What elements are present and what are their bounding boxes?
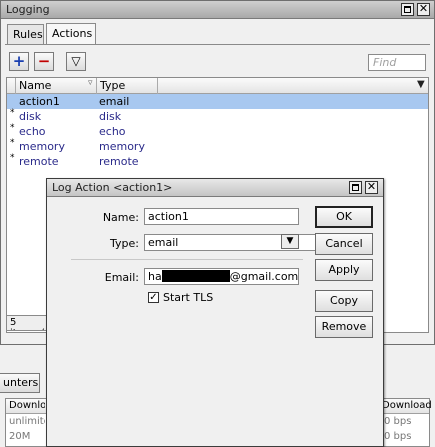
- plus-icon: +: [12, 52, 26, 70]
- email-label: Email:: [104, 271, 139, 284]
- dropdown-button[interactable]: ▼: [281, 234, 299, 249]
- row-name: memory: [19, 140, 65, 153]
- default-marker-icon: *: [10, 123, 15, 133]
- close-button[interactable]: ✕: [417, 2, 430, 16]
- status-bar: 5 items (: [6, 315, 51, 331]
- row-name: remote: [19, 155, 59, 168]
- column-menu-icon[interactable]: ▼: [417, 79, 425, 90]
- list-row-echo[interactable]: * echo echo: [7, 123, 428, 139]
- apply-button[interactable]: Apply: [315, 259, 373, 281]
- remove-button[interactable]: −: [34, 52, 54, 71]
- tab-divider: [5, 44, 430, 45]
- type-label: Type:: [110, 237, 139, 250]
- copy-button[interactable]: Copy: [315, 290, 373, 312]
- redaction-bar: [161, 270, 230, 282]
- table-cell: 0 bps: [384, 416, 412, 427]
- name-label: Name:: [102, 211, 139, 224]
- find-input[interactable]: Find: [368, 54, 426, 71]
- row-type: memory: [99, 140, 145, 153]
- row-type: echo: [99, 125, 126, 138]
- row-type: disk: [99, 110, 122, 123]
- ok-button[interactable]: OK: [315, 206, 373, 228]
- list-row-memory[interactable]: * memory memory: [7, 138, 428, 154]
- default-marker-icon: *: [10, 138, 15, 148]
- dialog-title: Log Action <action1>: [52, 181, 173, 194]
- maximize-button[interactable]: [401, 3, 414, 16]
- list-row-action1[interactable]: action1 email: [7, 94, 428, 109]
- tab-label: Actions: [52, 27, 93, 40]
- start-tls-checkbox[interactable]: ✓: [148, 292, 159, 303]
- tab-actions[interactable]: Actions: [46, 23, 96, 45]
- counters-button[interactable]: unters: [0, 373, 40, 393]
- email-suffix: @gmail.com: [229, 270, 299, 283]
- checkmark-icon: ✓: [149, 292, 158, 303]
- list-row-disk[interactable]: * disk disk: [7, 108, 428, 124]
- window-title: Logging: [6, 3, 50, 16]
- name-field[interactable]: action1: [144, 208, 299, 225]
- dialog-titlebar[interactable]: Log Action <action1> ✕: [47, 179, 383, 197]
- table-cell: 20M: [9, 431, 31, 442]
- list-row-remote[interactable]: * remote remote: [7, 153, 428, 169]
- maximize-icon: [404, 6, 411, 13]
- column-header-name[interactable]: Name: [19, 79, 51, 92]
- filter-button[interactable]: ▽: [66, 52, 86, 71]
- column-separator: [15, 78, 16, 94]
- separator: [71, 259, 303, 260]
- start-tls-label: Start TLS: [163, 291, 214, 304]
- column-separator: [96, 78, 97, 94]
- minus-icon: −: [37, 52, 51, 70]
- row-name: action1: [19, 95, 60, 108]
- column-header-download-right[interactable]: Download: [382, 400, 432, 411]
- maximize-button[interactable]: [349, 181, 362, 194]
- table-cell: 0 bps: [384, 431, 412, 442]
- log-action-dialog: Log Action <action1> ✕ Name: action1 Typ…: [46, 178, 384, 447]
- list-header: Name ▿ Type ▼: [7, 78, 428, 94]
- maximize-icon: [352, 184, 359, 191]
- logging-titlebar[interactable]: Logging ✕: [1, 1, 434, 19]
- row-type: email: [99, 95, 130, 108]
- cancel-button[interactable]: Cancel: [315, 233, 373, 255]
- row-name: disk: [19, 110, 42, 123]
- add-button[interactable]: +: [9, 52, 29, 71]
- email-prefix: ha: [148, 270, 162, 283]
- column-separator: [157, 78, 158, 94]
- row-name: echo: [19, 125, 46, 138]
- default-marker-icon: *: [10, 108, 15, 118]
- table-cell: unlimited: [9, 416, 45, 427]
- row-type: remote: [99, 155, 139, 168]
- close-icon: ✕: [366, 180, 377, 193]
- filter-icon: ▽: [71, 54, 81, 68]
- chevron-down-icon: ▼: [286, 236, 294, 246]
- sort-indicator-icon: ▿: [88, 78, 93, 88]
- column-header-type[interactable]: Type: [100, 79, 125, 92]
- remove-button[interactable]: Remove: [315, 316, 373, 338]
- default-marker-icon: *: [10, 153, 15, 163]
- tab-rules[interactable]: Rules: [7, 24, 44, 45]
- close-button[interactable]: ✕: [365, 180, 378, 194]
- column-header-download[interactable]: Downlo: [9, 400, 45, 411]
- close-icon: ✕: [418, 2, 429, 15]
- email-field[interactable]: ha @gmail.com: [144, 268, 299, 285]
- tab-label: Rules: [13, 28, 43, 41]
